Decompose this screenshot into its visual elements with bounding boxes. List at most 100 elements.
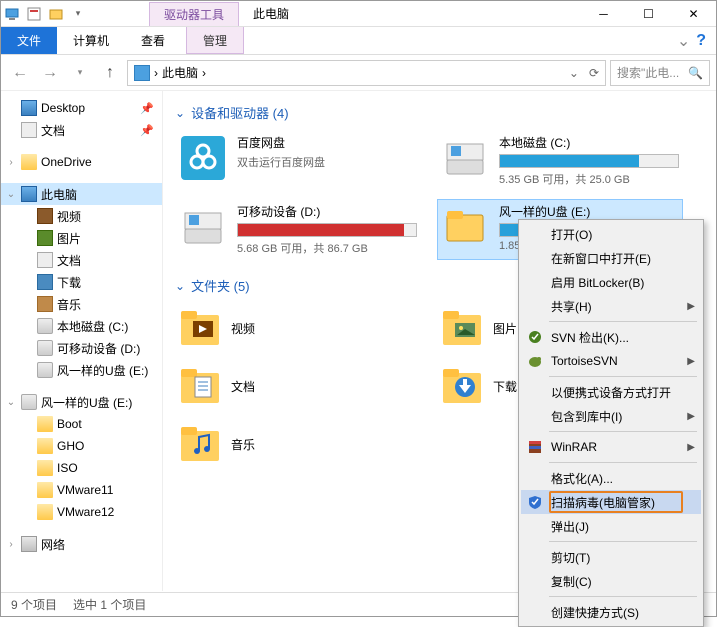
drive-item[interactable]: 可移动设备 (D:) 5.68 GB 可用，共 86.7 GB [175,199,421,260]
ribbon-tab-file[interactable]: 文件 [1,27,57,54]
breadcrumb-location[interactable]: 此电脑 [162,64,198,81]
contextual-tab-drive-tools[interactable]: 驱动器工具 [149,2,239,26]
breadcrumb[interactable]: › 此电脑 › ⌄ ⟳ [127,60,606,86]
context-menu-item[interactable]: 以便携式设备方式打开 [521,380,701,404]
tree-label: 此电脑 [41,186,77,203]
drive-item[interactable]: 本地磁盘 (C:) 5.35 GB 可用，共 25.0 GB [437,130,683,191]
folder-name: 文档 [231,378,255,395]
tree-item[interactable]: 音乐 [1,293,162,315]
tree-label: ISO [57,461,78,475]
folder-icon [37,416,53,432]
context-menu-item[interactable]: 格式化(A)... [521,466,701,490]
tree-item-onedrive[interactable]: › OneDrive [1,151,162,173]
close-button[interactable]: ✕ [671,1,716,27]
qat-dropdown-icon[interactable]: ▾ [67,3,89,25]
tree-item[interactable]: VMware11 [1,479,162,501]
address-bar: ← → ▾ ↑ › 此电脑 › ⌄ ⟳ 搜索"此电... 🔍 [1,55,716,91]
search-icon: 🔍 [688,66,703,80]
group-header-drives[interactable]: 设备和驱动器 (4) [175,99,704,130]
tree-item-documents[interactable]: 文档📌 [1,119,162,141]
tree-item-thispc[interactable]: ⌄ 此电脑 [1,183,162,205]
shield-icon [527,494,543,510]
tree-label: 视频 [57,208,81,225]
search-input[interactable]: 搜索"此电... 🔍 [610,60,710,86]
tree-label: 风一样的U盘 (E:) [57,362,148,379]
folder-icon [37,482,53,498]
system-menu-icon[interactable] [1,3,23,25]
context-menu-item[interactable]: 创建快捷方式(S) [521,600,701,624]
breadcrumb-dropdown-icon[interactable]: ⌄ [569,66,579,80]
drive-icon [179,134,227,182]
context-menu-item[interactable]: 复制(C) [521,569,701,593]
tree-item[interactable]: 本地磁盘 (C:) [1,315,162,337]
nav-up-button[interactable]: ↑ [97,60,123,86]
context-menu-item[interactable]: 在新窗口中打开(E) [521,246,701,270]
tree-item[interactable]: Boot [1,413,162,435]
winrar-icon [527,439,543,455]
context-menu-separator [549,462,697,463]
tree-icon [37,208,53,224]
context-menu-item[interactable]: TortoiseSVN▶ [521,349,701,373]
context-menu-label: 打开(O) [551,226,592,243]
tree-item[interactable]: ISO [1,457,162,479]
tree-icon [37,252,53,268]
qat-new-folder-icon[interactable] [45,3,67,25]
qat-properties-icon[interactable] [23,3,45,25]
network-icon [21,536,37,552]
context-menu-item[interactable]: 剪切(T) [521,545,701,569]
context-menu-label: 复制(C) [551,573,592,590]
submenu-arrow-icon: ▶ [687,411,695,422]
tree-item[interactable]: 风一样的U盘 (E:) [1,359,162,381]
pc-icon [134,65,150,81]
tree-item-network[interactable]: › 网络 [1,533,162,555]
help-icon[interactable]: ? [696,32,706,50]
refresh-icon[interactable]: ⟳ [589,66,599,80]
tree-item-usb-drive[interactable]: ⌄ 风一样的U盘 (E:) [1,391,162,413]
ribbon-tab-manage[interactable]: 管理 [186,27,244,54]
folder-item[interactable]: 视频 [175,303,421,353]
tree-item[interactable]: 可移动设备 (D:) [1,337,162,359]
context-menu-item[interactable]: 弹出(J) [521,514,701,538]
nav-forward-button[interactable]: → [37,60,63,86]
ribbon-expand-icon[interactable]: ⌄ [677,31,690,51]
tree-item[interactable]: 下载 [1,271,162,293]
tree-item[interactable]: GHO [1,435,162,457]
context-menu-label: 以便携式设备方式打开 [551,384,671,401]
tree-label: 可移动设备 (D:) [57,340,140,357]
drive-name: 可移动设备 (D:) [237,203,417,220]
pin-icon: 📌 [140,102,158,115]
folder-item[interactable]: 音乐 [175,419,421,469]
context-menu-item[interactable]: 共享(H)▶ [521,294,701,318]
navigation-tree[interactable]: Desktop📌 文档📌 › OneDrive ⌄ 此电脑 视频图片文档下载音乐… [1,91,163,591]
context-menu-label: 弹出(J) [551,518,589,535]
context-menu-label: 格式化(A)... [551,470,613,487]
nav-recent-dropdown[interactable]: ▾ [67,60,93,86]
tree-item[interactable]: VMware12 [1,501,162,523]
drive-item[interactable]: 百度网盘 双击运行百度网盘 [175,130,421,191]
ribbon-tab-computer[interactable]: 计算机 [57,27,125,54]
context-menu-item[interactable]: 打开(O) [521,222,701,246]
context-menu-item[interactable]: WinRAR▶ [521,435,701,459]
tree-icon [37,318,53,334]
folder-item[interactable]: 文档 [175,361,421,411]
drive-subtitle: 双击运行百度网盘 [237,154,417,170]
nav-back-button[interactable]: ← [7,60,33,86]
tree-item[interactable]: 视频 [1,205,162,227]
tree-item-desktop[interactable]: Desktop📌 [1,97,162,119]
drive-name: 百度网盘 [237,134,417,151]
tree-item[interactable]: 图片 [1,227,162,249]
minimize-button[interactable]: ─ [581,1,626,27]
drive-icon [441,203,489,251]
folder-icon [441,365,483,407]
folder-name: 下载 [493,378,517,395]
context-menu-item[interactable]: 扫描病毒(电脑管家) [521,490,701,514]
ribbon-tab-view[interactable]: 查看 [125,27,181,54]
maximize-button[interactable]: ☐ [626,1,671,27]
context-menu-item[interactable]: 启用 BitLocker(B) [521,270,701,294]
context-menu-item[interactable]: 包含到库中(I)▶ [521,404,701,428]
context-menu-item[interactable]: SVN 检出(K)... [521,325,701,349]
tree-icon [37,296,53,312]
tree-item[interactable]: 文档 [1,249,162,271]
tree-label: VMware11 [57,483,113,497]
document-icon [21,122,37,138]
